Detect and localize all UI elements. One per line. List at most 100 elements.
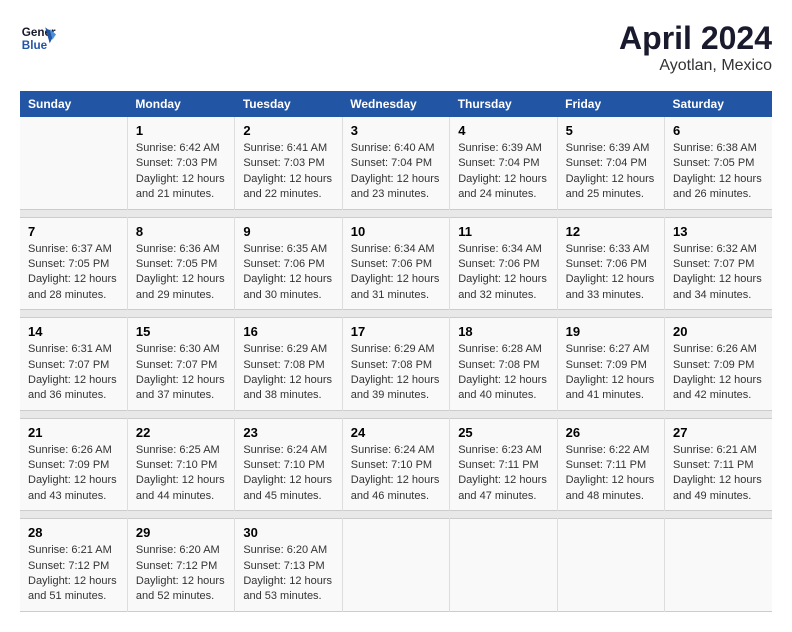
header-day: Friday <box>557 91 664 117</box>
cell-content: Sunrise: 6:21 AMSunset: 7:12 PMDaylight:… <box>28 543 119 605</box>
day-number: 1 <box>136 123 226 138</box>
cell-content: Sunrise: 6:39 AMSunset: 7:04 PMDaylight:… <box>566 141 656 203</box>
calendar-cell: 3Sunrise: 6:40 AMSunset: 7:04 PMDaylight… <box>342 117 449 209</box>
cell-content: Sunrise: 6:24 AMSunset: 7:10 PMDaylight:… <box>351 443 441 505</box>
day-number: 15 <box>136 324 226 339</box>
cell-content: Sunrise: 6:42 AMSunset: 7:03 PMDaylight:… <box>136 141 226 203</box>
cell-content: Sunrise: 6:30 AMSunset: 7:07 PMDaylight:… <box>136 342 226 404</box>
calendar-cell: 21Sunrise: 6:26 AMSunset: 7:09 PMDayligh… <box>20 418 127 511</box>
week-row: 21Sunrise: 6:26 AMSunset: 7:09 PMDayligh… <box>20 418 772 511</box>
cell-content: Sunrise: 6:29 AMSunset: 7:08 PMDaylight:… <box>351 342 441 404</box>
page-header: General Blue April 2024 Ayotlan, Mexico <box>20 20 772 75</box>
calendar-cell: 4Sunrise: 6:39 AMSunset: 7:04 PMDaylight… <box>450 117 557 209</box>
calendar-cell: 16 Sunrise: 6:29 AMSunset: 7:08 PMDayligh… <box>235 318 342 411</box>
calendar-cell: 13 Sunrise: 6:32 AMSunset: 7:07 PMDayligh… <box>665 217 772 310</box>
calendar-cell: 25 Sunrise: 6:23 AMSunset: 7:11 PMDayligh… <box>450 418 557 511</box>
header-row: SundayMondayTuesdayWednesdayThursdayFrid… <box>20 91 772 117</box>
separator-cell <box>20 511 772 519</box>
calendar-cell: 2 Sunrise: 6:41 AMSunset: 7:03 PMDaylight… <box>235 117 342 209</box>
cell-content: Sunrise: 6:31 AMSunset: 7:07 PMDaylight:… <box>28 342 119 404</box>
calendar-cell: 28 Sunrise: 6:21 AMSunset: 7:12 PMDayligh… <box>20 519 127 612</box>
calendar-cell: 5 Sunrise: 6:39 AMSunset: 7:04 PMDaylight… <box>557 117 664 209</box>
day-number: 18 <box>458 324 548 339</box>
header-day: Wednesday <box>342 91 449 117</box>
calendar-cell: 14 Sunrise: 6:31 AMSunset: 7:07 PMDayligh… <box>20 318 127 411</box>
calendar-cell: 12 Sunrise: 6:33 AMSunset: 7:06 PMDayligh… <box>557 217 664 310</box>
calendar-cell: 17Sunrise: 6:29 AMSunset: 7:08 PMDayligh… <box>342 318 449 411</box>
day-number: 13 <box>673 224 764 239</box>
day-number: 29 <box>136 525 226 540</box>
cell-content: Sunrise: 6:29 AMSunset: 7:08 PMDaylight:… <box>243 342 333 404</box>
calendar-cell: 22 Sunrise: 6:25 AMSunset: 7:10 PMDayligh… <box>127 418 234 511</box>
separator-cell <box>20 410 772 418</box>
header-day: Thursday <box>450 91 557 117</box>
cell-content: Sunrise: 6:27 AMSunset: 7:09 PMDaylight:… <box>566 342 656 404</box>
header-day: Sunday <box>20 91 127 117</box>
header-day: Monday <box>127 91 234 117</box>
day-number: 28 <box>28 525 119 540</box>
day-number: 27 <box>673 425 764 440</box>
cell-content: Sunrise: 6:25 AMSunset: 7:10 PMDaylight:… <box>136 443 226 505</box>
cell-content: Sunrise: 6:39 AMSunset: 7:04 PMDaylight:… <box>458 141 548 203</box>
calendar-cell <box>342 519 449 612</box>
day-number: 2 <box>243 123 333 138</box>
day-number: 12 <box>566 224 656 239</box>
day-number: 10 <box>351 224 441 239</box>
day-number: 22 <box>136 425 226 440</box>
cell-content: Sunrise: 6:20 AMSunset: 7:12 PMDaylight:… <box>136 543 226 605</box>
calendar-cell: 11 Sunrise: 6:34 AMSunset: 7:06 PMDayligh… <box>450 217 557 310</box>
cell-content: Sunrise: 6:34 AMSunset: 7:06 PMDaylight:… <box>458 242 548 304</box>
calendar-cell: 19Sunrise: 6:27 AMSunset: 7:09 PMDayligh… <box>557 318 664 411</box>
cell-content: Sunrise: 6:22 AMSunset: 7:11 PMDaylight:… <box>566 443 656 505</box>
week-separator <box>20 209 772 217</box>
calendar-cell: 24 Sunrise: 6:24 AMSunset: 7:10 PMDayligh… <box>342 418 449 511</box>
day-number: 25 <box>458 425 548 440</box>
logo: General Blue <box>20 20 56 56</box>
calendar-cell <box>665 519 772 612</box>
cell-content: Sunrise: 6:28 AMSunset: 7:08 PMDaylight:… <box>458 342 548 404</box>
calendar-cell <box>557 519 664 612</box>
separator-cell <box>20 310 772 318</box>
day-number: 16 <box>243 324 333 339</box>
day-number: 6 <box>673 123 764 138</box>
calendar-cell: 27 Sunrise: 6:21 AMSunset: 7:11 PMDayligh… <box>665 418 772 511</box>
cell-content: Sunrise: 6:34 AMSunset: 7:06 PMDaylight:… <box>351 242 441 304</box>
week-row: 28 Sunrise: 6:21 AMSunset: 7:12 PMDayligh… <box>20 519 772 612</box>
cell-content: Sunrise: 6:38 AMSunset: 7:05 PMDaylight:… <box>673 141 764 203</box>
cell-content: Sunrise: 6:36 AMSunset: 7:05 PMDaylight:… <box>136 242 226 304</box>
calendar-title: April 2024 <box>619 20 772 57</box>
day-number: 11 <box>458 224 548 239</box>
calendar-cell: 9Sunrise: 6:35 AMSunset: 7:06 PMDaylight… <box>235 217 342 310</box>
cell-content: Sunrise: 6:26 AMSunset: 7:09 PMDaylight:… <box>28 443 119 505</box>
separator-cell <box>20 209 772 217</box>
day-number: 30 <box>243 525 333 540</box>
week-row: 14 Sunrise: 6:31 AMSunset: 7:07 PMDayligh… <box>20 318 772 411</box>
cell-content: Sunrise: 6:21 AMSunset: 7:11 PMDaylight:… <box>673 443 764 505</box>
day-number: 26 <box>566 425 656 440</box>
header-day: Saturday <box>665 91 772 117</box>
cell-content: Sunrise: 6:37 AMSunset: 7:05 PMDaylight:… <box>28 242 119 304</box>
day-number: 20 <box>673 324 764 339</box>
week-separator <box>20 310 772 318</box>
cell-content: Sunrise: 6:32 AMSunset: 7:07 PMDaylight:… <box>673 242 764 304</box>
calendar-cell: 1 Sunrise: 6:42 AMSunset: 7:03 PMDaylight… <box>127 117 234 209</box>
day-number: 8 <box>136 224 226 239</box>
day-number: 24 <box>351 425 441 440</box>
calendar-cell: 7Sunrise: 6:37 AMSunset: 7:05 PMDaylight… <box>20 217 127 310</box>
calendar-cell: 29 Sunrise: 6:20 AMSunset: 7:12 PMDayligh… <box>127 519 234 612</box>
cell-content: Sunrise: 6:33 AMSunset: 7:06 PMDaylight:… <box>566 242 656 304</box>
calendar-cell: 6 Sunrise: 6:38 AMSunset: 7:05 PMDaylight… <box>665 117 772 209</box>
calendar-cell <box>20 117 127 209</box>
calendar-cell: 23Sunrise: 6:24 AMSunset: 7:10 PMDayligh… <box>235 418 342 511</box>
cell-content: Sunrise: 6:26 AMSunset: 7:09 PMDaylight:… <box>673 342 764 404</box>
day-number: 14 <box>28 324 119 339</box>
day-number: 5 <box>566 123 656 138</box>
header-day: Tuesday <box>235 91 342 117</box>
cell-content: Sunrise: 6:41 AMSunset: 7:03 PMDaylight:… <box>243 141 333 203</box>
day-number: 9 <box>243 224 333 239</box>
cell-content: Sunrise: 6:23 AMSunset: 7:11 PMDaylight:… <box>458 443 548 505</box>
calendar-cell <box>450 519 557 612</box>
calendar-subtitle: Ayotlan, Mexico <box>619 57 772 75</box>
day-number: 23 <box>243 425 333 440</box>
week-separator <box>20 410 772 418</box>
